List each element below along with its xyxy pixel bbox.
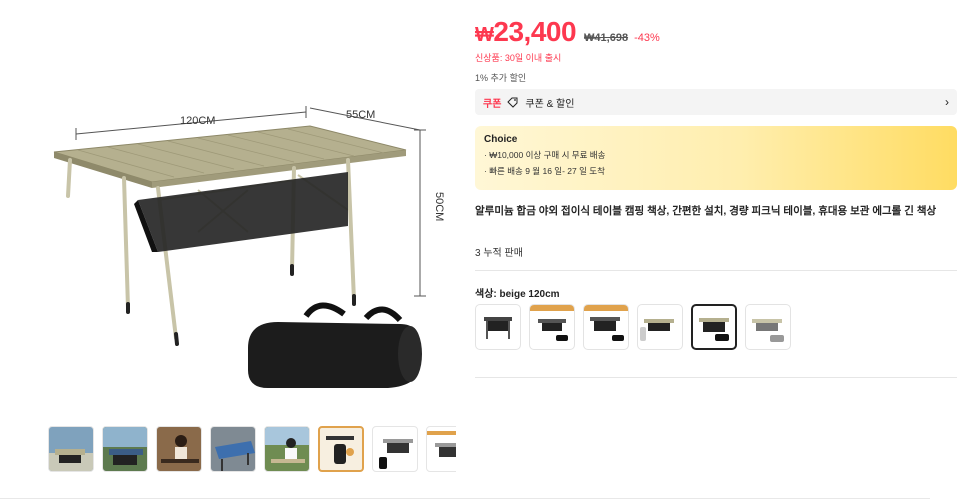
thumbnail-strip xyxy=(48,426,456,476)
thumbnail[interactable] xyxy=(426,426,456,472)
thumbnail[interactable] xyxy=(264,426,310,472)
tag-icon xyxy=(507,96,519,108)
free-shipping-line: · ₩10,000 이상 구매 시 무료 배송 xyxy=(484,150,606,160)
thumbnail[interactable] xyxy=(102,426,148,472)
price-row: ₩23,400 ₩41,698 -43% xyxy=(475,16,660,48)
color-option[interactable] xyxy=(529,304,575,350)
dim-depth-label: 55CM xyxy=(346,109,375,121)
original-price: ₩41,698 xyxy=(584,32,629,44)
divider xyxy=(475,270,957,271)
chevron-right-icon: › xyxy=(945,95,949,109)
thumbnail[interactable] xyxy=(48,426,94,472)
color-option-selected[interactable] xyxy=(691,304,737,350)
color-label: 색상: beige 120cm xyxy=(475,289,560,300)
choice-benefits: Choice · ₩10,000 이상 구매 시 무료 배송 · 빠른 배송 9… xyxy=(475,126,957,190)
thumbnail[interactable] xyxy=(156,426,202,472)
bottom-divider xyxy=(0,498,930,499)
thumbnail[interactable] xyxy=(210,426,256,472)
discount-percent: -43% xyxy=(634,32,660,44)
color-option[interactable] xyxy=(583,304,629,350)
sold-count: 3 누적 판매 xyxy=(475,248,523,259)
currency-symbol: ₩ xyxy=(475,24,494,46)
coupon-bar[interactable]: 쿠폰 쿠폰 & 할인 › xyxy=(475,89,957,115)
color-option[interactable] xyxy=(637,304,683,350)
thumbnail-selected[interactable] xyxy=(318,426,364,472)
extra-discount: 1% 추가 할인 xyxy=(475,73,527,83)
coupon-tag: 쿠폰 xyxy=(483,98,502,110)
color-option[interactable] xyxy=(745,304,791,350)
image-gallery: 120CM 55CM 50CM xyxy=(48,0,456,502)
current-price: ₩23,400 xyxy=(475,16,577,48)
color-option[interactable] xyxy=(475,304,521,350)
dim-width-label: 120CM xyxy=(180,115,215,127)
thumbnail[interactable] xyxy=(372,426,418,472)
choice-title: Choice xyxy=(484,134,518,145)
folding-table-illustration: 120CM 55CM 50CM xyxy=(53,106,445,388)
new-arrival-notice: 신상품: 30일 이내 출시 xyxy=(475,53,562,63)
coupon-text: 쿠폰 & 할인 xyxy=(525,98,575,110)
fast-delivery-line: · 빠른 배송 9 월 16 일- 27 일 도착 xyxy=(484,166,605,176)
product-title: 알루미늄 합금 야외 접이식 테이블 캠핑 책상, 간편한 설치, 경량 피크닉… xyxy=(475,205,937,217)
dim-height-label: 50CM xyxy=(433,192,445,221)
main-product-image[interactable]: 120CM 55CM 50CM xyxy=(48,0,456,420)
current-price-value: 23,400 xyxy=(493,16,577,47)
color-swatches xyxy=(475,304,791,350)
divider xyxy=(475,377,957,378)
